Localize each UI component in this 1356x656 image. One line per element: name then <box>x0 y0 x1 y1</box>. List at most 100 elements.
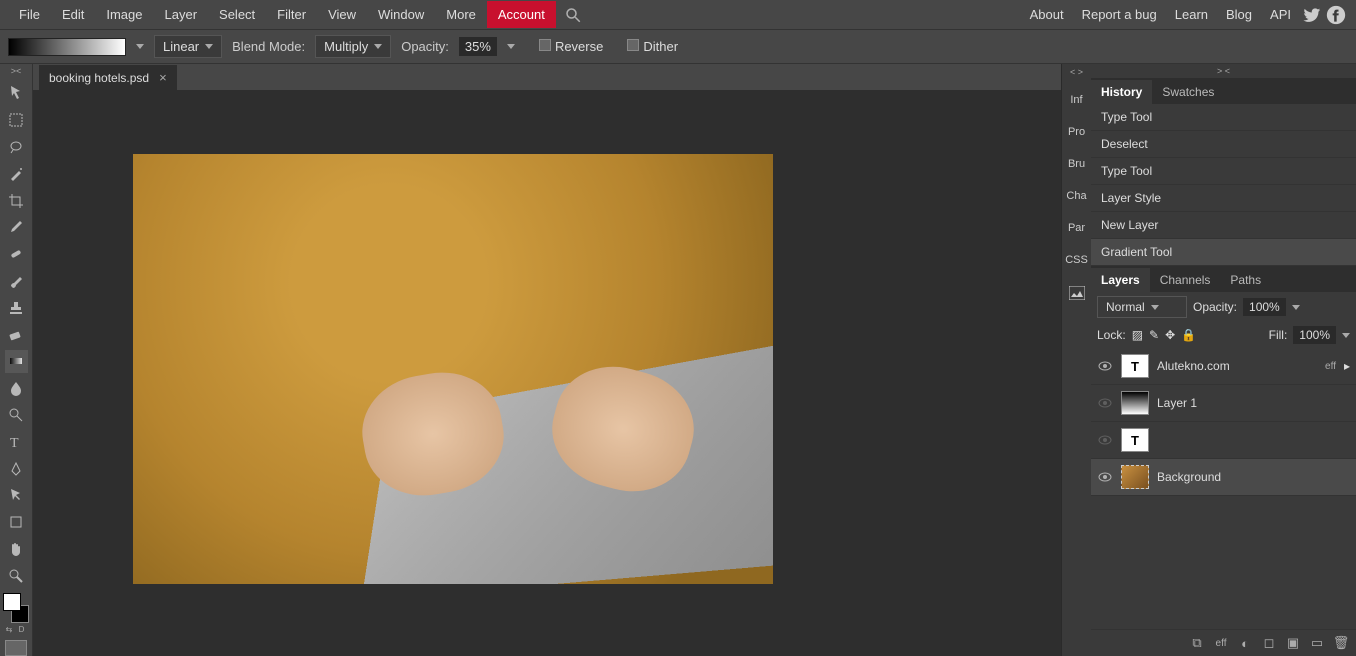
tab-layers[interactable]: Layers <box>1091 268 1150 292</box>
layer-row[interactable]: T Alutekno.com eff ▸ <box>1091 348 1356 385</box>
layer-blend-dropdown[interactable]: Normal <box>1097 296 1187 318</box>
document-tab[interactable]: booking hotels.psd × <box>39 65 177 90</box>
panel-brush[interactable]: Bru <box>1066 148 1087 180</box>
menu-filter[interactable]: Filter <box>266 1 317 28</box>
history-item[interactable]: Gradient Tool <box>1091 239 1356 266</box>
history-item[interactable]: New Layer <box>1091 212 1356 239</box>
tab-swatches[interactable]: Swatches <box>1152 80 1224 104</box>
layer-name[interactable]: Layer 1 <box>1157 396 1197 410</box>
wand-tool[interactable] <box>5 162 28 185</box>
hand-tool[interactable] <box>5 538 28 561</box>
color-swatches[interactable] <box>3 593 29 623</box>
canvas[interactable] <box>133 154 773 584</box>
gradient-tool[interactable] <box>5 350 28 373</box>
lock-all-icon[interactable]: 🔒 <box>1181 328 1196 342</box>
expand-panels[interactable]: < > <box>1070 67 1083 81</box>
panel-properties[interactable]: Pro <box>1066 116 1087 148</box>
twitter-icon[interactable] <box>1302 5 1322 25</box>
blend-mode-dropdown[interactable]: Multiply <box>315 35 391 58</box>
fx-icon[interactable]: eff <box>1212 636 1230 650</box>
tab-channels[interactable]: Channels <box>1150 268 1221 292</box>
link-learn[interactable]: Learn <box>1166 1 1217 28</box>
stamp-tool[interactable] <box>5 296 28 319</box>
reverse-checkbox[interactable] <box>539 39 551 51</box>
menu-layer[interactable]: Layer <box>154 1 209 28</box>
chevron-right-icon[interactable]: ▸ <box>1344 359 1350 373</box>
layer-opacity-value[interactable]: 100% <box>1243 298 1286 316</box>
lock-position-icon[interactable]: ✥ <box>1165 328 1175 342</box>
history-item[interactable]: Type Tool <box>1091 158 1356 185</box>
eye-icon[interactable] <box>1097 432 1113 448</box>
shape-tool[interactable] <box>5 511 28 534</box>
adjustment-icon[interactable]: ◐ <box>1236 636 1254 650</box>
dodge-tool[interactable] <box>5 404 28 427</box>
layer-row[interactable]: Background <box>1091 459 1356 496</box>
link-blog[interactable]: Blog <box>1217 1 1261 28</box>
eye-icon[interactable] <box>1097 469 1113 485</box>
menu-select[interactable]: Select <box>208 1 266 28</box>
heal-tool[interactable] <box>5 243 28 266</box>
lock-transparency-icon[interactable]: ▨ <box>1132 328 1143 342</box>
mask-icon[interactable]: ◻ <box>1260 636 1278 650</box>
layer-row[interactable]: Layer 1 <box>1091 385 1356 422</box>
menu-account[interactable]: Account <box>487 1 556 28</box>
chevron-down-icon[interactable] <box>507 44 515 49</box>
panel-character[interactable]: Cha <box>1064 180 1088 212</box>
menu-window[interactable]: Window <box>367 1 435 28</box>
link-api[interactable]: API <box>1261 1 1300 28</box>
panel-image-icon[interactable] <box>1067 276 1087 310</box>
folder-icon[interactable]: ▣ <box>1284 636 1302 650</box>
layer-thumb[interactable] <box>1121 465 1149 489</box>
layer-name[interactable]: Background <box>1157 470 1221 484</box>
new-layer-icon[interactable]: ▭ <box>1308 636 1326 650</box>
gradient-type-dropdown[interactable]: Linear <box>154 35 222 58</box>
collapse-right-panel[interactable]: > < <box>1091 64 1356 78</box>
crop-tool[interactable] <box>5 189 28 212</box>
layer-row[interactable]: T <box>1091 422 1356 459</box>
facebook-icon[interactable] <box>1326 5 1346 25</box>
layer-thumb[interactable]: T <box>1121 428 1149 452</box>
zoom-tool[interactable] <box>5 565 28 588</box>
menu-view[interactable]: View <box>317 1 367 28</box>
history-item[interactable]: Type Tool <box>1091 104 1356 131</box>
brush-tool[interactable] <box>5 270 28 293</box>
eye-icon[interactable] <box>1097 358 1113 374</box>
history-item[interactable]: Layer Style <box>1091 185 1356 212</box>
fill-value[interactable]: 100% <box>1293 326 1336 344</box>
panel-paragraph[interactable]: Par <box>1066 212 1087 244</box>
chevron-down-icon[interactable] <box>136 44 144 49</box>
history-item[interactable]: Deselect <box>1091 131 1356 158</box>
lasso-tool[interactable] <box>5 136 28 159</box>
menu-more[interactable]: More <box>435 1 487 28</box>
link-icon[interactable]: ⧉ <box>1188 636 1206 650</box>
collapse-toolbar[interactable]: >< <box>11 66 22 80</box>
screen-mode[interactable] <box>5 640 27 656</box>
gradient-preview[interactable] <box>8 38 126 56</box>
layer-effects-label[interactable]: eff <box>1325 361 1336 372</box>
layer-thumb[interactable]: T <box>1121 354 1149 378</box>
layer-name[interactable]: Alutekno.com <box>1157 359 1230 373</box>
close-icon[interactable]: × <box>159 70 167 85</box>
tab-history[interactable]: History <box>1091 80 1152 104</box>
panel-css[interactable]: CSS <box>1063 244 1090 276</box>
eyedropper-tool[interactable] <box>5 216 28 239</box>
opacity-value[interactable]: 35% <box>459 37 497 56</box>
menu-edit[interactable]: Edit <box>51 1 95 28</box>
path-select-tool[interactable] <box>5 484 28 507</box>
swap-reset-colors[interactable]: ⇆ D <box>6 625 27 634</box>
dither-checkbox[interactable] <box>627 39 639 51</box>
menu-image[interactable]: Image <box>95 1 153 28</box>
move-tool[interactable] <box>5 82 28 105</box>
eraser-tool[interactable] <box>5 323 28 346</box>
pen-tool[interactable] <box>5 457 28 480</box>
menu-file[interactable]: File <box>8 1 51 28</box>
canvas-area[interactable] <box>33 90 1061 656</box>
blur-tool[interactable] <box>5 377 28 400</box>
search-icon[interactable] <box>564 6 582 24</box>
layer-thumb[interactable] <box>1121 391 1149 415</box>
marquee-tool[interactable] <box>5 109 28 132</box>
lock-paint-icon[interactable]: ✎ <box>1149 328 1159 342</box>
chevron-down-icon[interactable] <box>1342 333 1350 338</box>
panel-info[interactable]: Inf <box>1068 84 1084 116</box>
link-about[interactable]: About <box>1021 1 1073 28</box>
